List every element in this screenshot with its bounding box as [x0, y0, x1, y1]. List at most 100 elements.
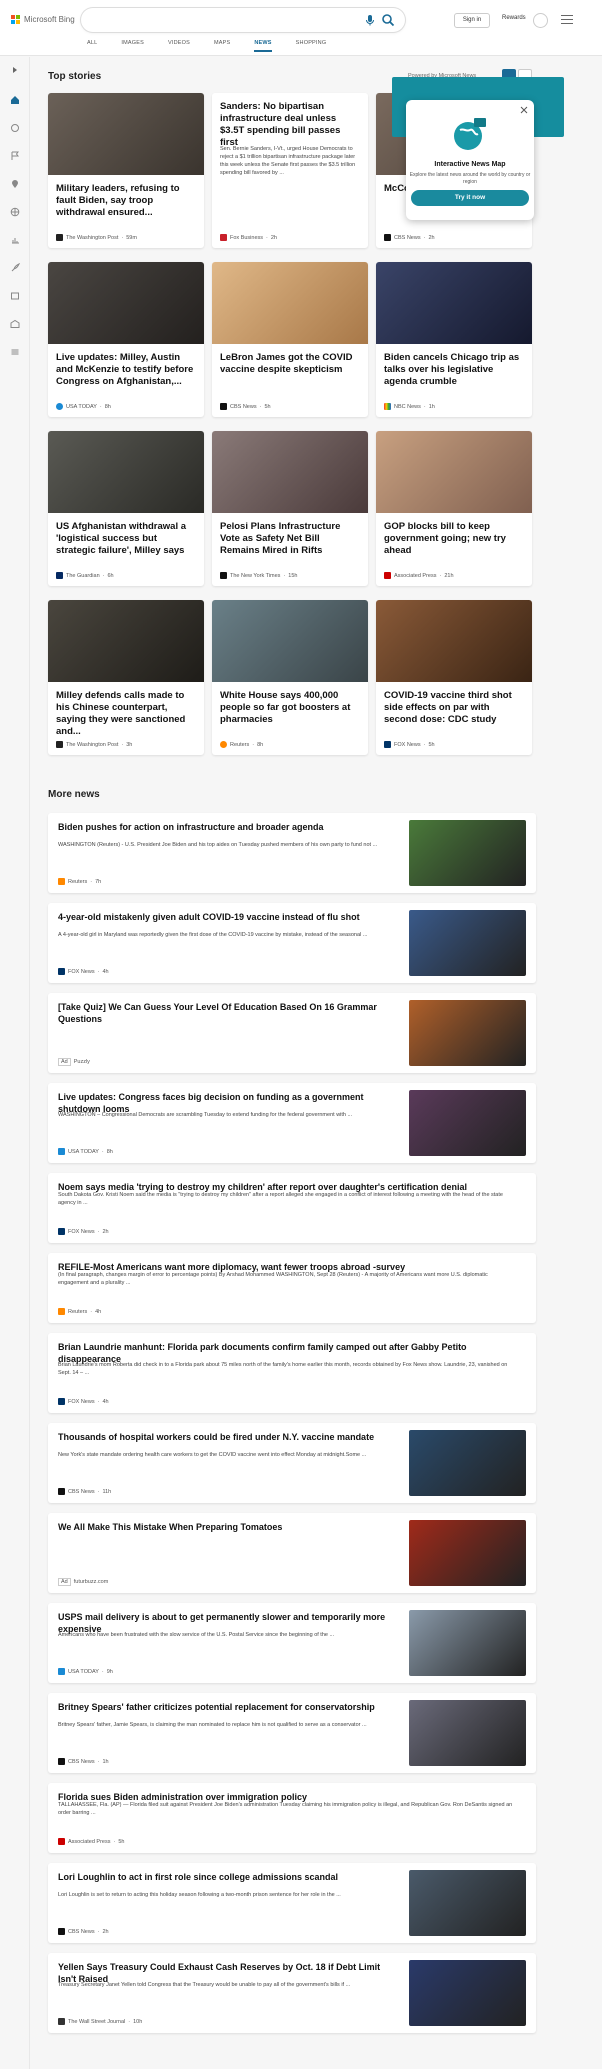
story-card[interactable]: Military leaders, refusing to fault Bide… — [48, 93, 204, 248]
news-map-popup[interactable]: Interactive News Map Explore the latest … — [406, 100, 534, 220]
publisher-logo-icon — [384, 572, 391, 579]
rocket-icon[interactable] — [10, 263, 20, 273]
story-title[interactable]: Sanders: No bipartisan infrastructure de… — [220, 101, 360, 149]
nav-videos[interactable]: VIDEOS — [168, 40, 190, 52]
news-item[interactable]: [Take Quiz] We Can Guess Your Level Of E… — [48, 993, 536, 1073]
news-item[interactable]: Noem says media 'trying to destroy my ch… — [48, 1173, 536, 1243]
news-title[interactable]: Biden pushes for action on infrastructur… — [58, 821, 388, 833]
story-source: CBS News · 2h — [384, 234, 435, 241]
story-card[interactable]: COVID-19 vaccine third shot side effects… — [376, 600, 532, 755]
news-source: Ad futurbuzz.com — [58, 1578, 108, 1586]
news-source: USA TODAY · 9h — [58, 1668, 113, 1675]
more-categories-icon[interactable] — [10, 347, 20, 357]
story-source: The New York Times · 15h — [220, 572, 297, 579]
news-item[interactable]: 4-year-old mistakenly given adult COVID-… — [48, 903, 536, 983]
search-input[interactable] — [81, 8, 405, 32]
bing-logo[interactable]: Microsoft Bing — [11, 15, 75, 24]
film-icon[interactable] — [10, 291, 20, 301]
home-icon[interactable] — [10, 95, 20, 105]
nav-shopping[interactable]: SHOPPING — [296, 40, 327, 52]
story-card-text[interactable]: Sanders: No bipartisan infrastructure de… — [212, 93, 368, 248]
news-thumbnail[interactable] — [409, 1430, 526, 1496]
story-title[interactable]: Live updates: Milley, Austin and McKenzi… — [56, 352, 196, 388]
news-thumbnail[interactable] — [409, 1090, 526, 1156]
news-thumbnail[interactable] — [409, 910, 526, 976]
nav-images[interactable]: IMAGES — [121, 40, 144, 52]
publisher-logo-icon — [56, 572, 63, 579]
story-title[interactable]: GOP blocks bill to keep government going… — [384, 521, 524, 557]
news-thumbnail[interactable] — [409, 1610, 526, 1676]
news-thumbnail[interactable] — [409, 1000, 526, 1066]
news-item[interactable]: Britney Spears' father criticizes potent… — [48, 1693, 536, 1773]
nav-all[interactable]: ALL — [87, 40, 97, 52]
story-title[interactable]: Pelosi Plans Infrastructure Vote as Safe… — [220, 521, 360, 557]
globe-icon[interactable] — [10, 207, 20, 217]
news-source: Ad Puzzly — [58, 1058, 90, 1066]
story-card[interactable]: GOP blocks bill to keep government going… — [376, 431, 532, 586]
flag-icon[interactable] — [10, 151, 20, 161]
story-card[interactable]: White House says 400,000 people so far g… — [212, 600, 368, 755]
publisher-logo-icon — [58, 1308, 65, 1315]
news-title[interactable]: Britney Spears' father criticizes potent… — [58, 1701, 388, 1713]
story-title[interactable]: Military leaders, refusing to fault Bide… — [56, 183, 196, 219]
news-item[interactable]: Florida sues Biden administration over i… — [48, 1783, 536, 1853]
building-icon[interactable] — [10, 319, 20, 329]
story-title[interactable]: Milley defends calls made to his Chinese… — [56, 690, 196, 738]
news-title[interactable]: Lori Loughlin to act in first role since… — [58, 1871, 388, 1883]
publisher-logo-icon — [58, 968, 65, 975]
ad-badge: Ad — [58, 1578, 71, 1586]
microphone-icon[interactable] — [363, 13, 377, 27]
story-image — [376, 431, 532, 513]
story-title[interactable]: LeBron James got the COVID vaccine despi… — [220, 352, 360, 376]
search-icon[interactable] — [381, 13, 395, 27]
hamburger-menu-icon[interactable] — [561, 15, 573, 24]
popup-title: Interactive News Map — [434, 161, 506, 168]
rewards-link[interactable]: Rewards — [502, 15, 526, 21]
news-thumbnail[interactable] — [409, 1700, 526, 1766]
news-thumbnail[interactable] — [409, 1960, 526, 2026]
nav-maps[interactable]: MAPS — [214, 40, 230, 52]
news-title[interactable]: [Take Quiz] We Can Guess Your Level Of E… — [58, 1001, 388, 1025]
signin-button[interactable]: Sign in — [454, 13, 490, 28]
location-icon[interactable] — [10, 179, 20, 189]
news-title[interactable]: We All Make This Mistake When Preparing … — [58, 1521, 388, 1533]
news-title[interactable]: 4-year-old mistakenly given adult COVID-… — [58, 911, 388, 923]
story-title[interactable]: COVID-19 vaccine third shot side effects… — [384, 690, 524, 726]
publisher-logo-icon — [220, 572, 227, 579]
news-item[interactable]: We All Make This Mistake When Preparing … — [48, 1513, 536, 1593]
story-image — [212, 600, 368, 682]
story-source: The Guardian · 6h — [56, 572, 114, 579]
news-item[interactable]: Biden pushes for action on infrastructur… — [48, 813, 536, 893]
nav-news[interactable]: NEWS — [254, 40, 272, 52]
story-card[interactable]: LeBron James got the COVID vaccine despi… — [212, 262, 368, 417]
expand-chevron-icon[interactable] — [10, 65, 20, 75]
news-item[interactable]: Yellen Says Treasury Could Exhaust Cash … — [48, 1953, 536, 2033]
news-thumbnail[interactable] — [409, 1870, 526, 1936]
world-icon[interactable] — [10, 123, 20, 133]
story-title[interactable]: Biden cancels Chicago trip as talks over… — [384, 352, 524, 388]
news-summary: Britney Spears' father, Jamie Spears, is… — [58, 1722, 367, 1728]
news-item[interactable]: Live updates: Congress faces big decisio… — [48, 1083, 536, 1163]
story-title[interactable]: White House says 400,000 people so far g… — [220, 690, 360, 726]
story-card[interactable]: Pelosi Plans Infrastructure Vote as Safe… — [212, 431, 368, 586]
story-card[interactable]: US Afghanistan withdrawal a 'logistical … — [48, 431, 204, 586]
chart-icon[interactable] — [10, 235, 20, 245]
news-summary: Brian Laundrie's mom Roberta did check i… — [58, 1362, 508, 1376]
news-thumbnail[interactable] — [409, 820, 526, 886]
news-item[interactable]: Brian Laundrie manhunt: Florida park doc… — [48, 1333, 536, 1413]
close-icon[interactable] — [520, 106, 528, 114]
story-image — [48, 431, 204, 513]
story-card[interactable]: Biden cancels Chicago trip as talks over… — [376, 262, 532, 417]
story-card[interactable]: Live updates: Milley, Austin and McKenzi… — [48, 262, 204, 417]
news-item[interactable]: USPS mail delivery is about to get perma… — [48, 1603, 536, 1683]
news-title[interactable]: Thousands of hospital workers could be f… — [58, 1431, 388, 1443]
story-card[interactable]: Milley defends calls made to his Chinese… — [48, 600, 204, 755]
story-title[interactable]: US Afghanistan withdrawal a 'logistical … — [56, 521, 196, 557]
news-source: CBS News · 11h — [58, 1488, 111, 1495]
rewards-trophy-icon[interactable] — [533, 13, 548, 28]
news-item[interactable]: Thousands of hospital workers could be f… — [48, 1423, 536, 1503]
news-item[interactable]: Lori Loughlin to act in first role since… — [48, 1863, 536, 1943]
news-item[interactable]: REFILE-Most Americans want more diplomac… — [48, 1253, 536, 1323]
try-it-now-button[interactable]: Try it now — [411, 190, 529, 206]
news-thumbnail[interactable] — [409, 1520, 526, 1586]
